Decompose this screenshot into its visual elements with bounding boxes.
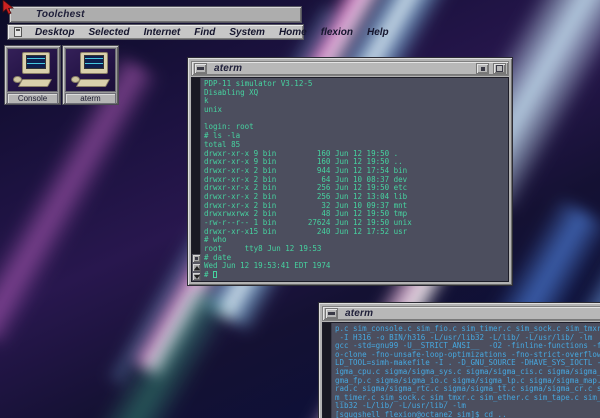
icon-label-console: Console [7,93,58,104]
menu-item-internet[interactable]: Internet [137,27,188,38]
menu-item-desktop[interactable]: Desktop [28,27,81,38]
toolchest-menu-icon[interactable] [14,27,22,37]
aterm-bottom-titlebar[interactable]: aterm [322,306,600,321]
scrollbar[interactable] [192,78,201,281]
icon-keyboard-part [18,79,52,87]
menu-item-help[interactable]: Help [360,27,396,38]
light-streak [65,279,235,418]
aterm-main-titlebar[interactable]: aterm [191,61,509,76]
menu-dash-icon [328,312,335,315]
arrow-up-icon [194,266,200,270]
aterm-window-main: aterm PDP-11 simulator V3.12-5 Disabling… [187,57,513,286]
menu-dash-icon [197,67,204,70]
menu-item-home[interactable]: Home [272,27,314,38]
terminal-line: k [204,97,508,106]
terminal-line: root tty8 Jun 12 19:53 [204,245,508,254]
minimize-icon [481,67,485,71]
icon-keyboard-part [76,79,110,87]
terminal-line: unix [204,106,508,115]
text-cursor [213,271,217,278]
toolchest-menubar: Desktop Selected Internet Find System Ho… [7,24,304,40]
toolchest-titlebar[interactable]: Toolchest [9,6,302,23]
scroll-down-button[interactable] [192,272,201,281]
scroll-up-button[interactable] [192,263,201,272]
terminal-line: Disabling XQ [204,89,508,98]
terminal-screen-main[interactable]: PDP-11 simulator V3.12-5 Disabling XQ k … [201,78,508,281]
window-menu-button[interactable] [194,63,207,74]
icon-monitor-part [80,52,108,74]
terminal-line: login: root [204,123,508,132]
window-title: aterm [209,63,474,74]
menu-item-flexion[interactable]: flexion [314,27,360,38]
menu-item-find[interactable]: Find [187,27,222,38]
desktop: Toolchest Desktop Selected Internet Find… [0,0,600,418]
desktop-icon-aterm[interactable]: aterm [62,45,119,105]
mouse-pointer-icon [2,0,15,15]
arrow-down-icon [194,275,200,279]
thumb-dot-icon [195,257,198,260]
menu-item-selected[interactable]: Selected [81,27,136,38]
window-title: aterm [340,308,600,319]
terminal-screen-bottom[interactable]: p.c sim_console.c sim_fio.c sim_timer.c … [332,323,600,418]
terminal-line: [sgugshell flexion@octane2 sim]$ cd .. [335,411,600,418]
icon-label-aterm: aterm [65,93,116,104]
toolchest-title: Toolchest [10,9,301,20]
console-computer-icon [7,48,58,92]
maximize-button[interactable] [493,63,506,74]
scrollbar-thumb[interactable] [192,254,201,263]
terminal-line: Wed Jun 12 19:53:41 EDT 1974 [204,262,508,271]
desktop-icon-console[interactable]: Console [4,45,61,105]
scrollbar[interactable] [323,323,332,418]
aterm-window-bottom: aterm p.c sim_console.c sim_fio.c sim_ti… [318,302,600,418]
menu-item-system[interactable]: System [222,27,272,38]
icon-monitor-part [22,52,50,74]
terminal-line: drwxr-xr-x15 bin 240 Jun 12 17:52 usr [204,228,508,237]
aterm-computer-icon [65,48,116,92]
maximize-icon [496,65,503,72]
terminal-line: # ls -la [204,132,508,141]
window-menu-button[interactable] [325,308,338,319]
minimize-button[interactable] [476,63,489,74]
prompt-line: # [204,271,508,280]
